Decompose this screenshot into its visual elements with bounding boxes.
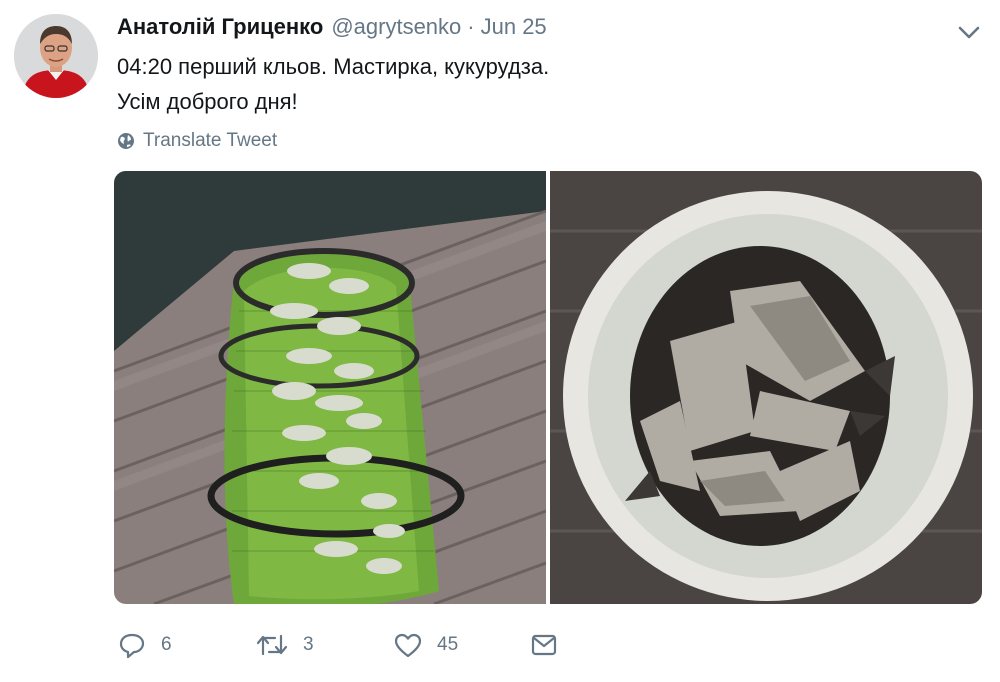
reply-icon [119,633,145,659]
retweet-icon [256,634,288,656]
reply-count: 6 [161,634,172,655]
tweet-photo-keepnet[interactable] [114,171,546,604]
direct-message-button[interactable] [529,627,573,663]
tweet-header: Анатолій Гриценко @agrytsenko · Jun 25 [117,14,547,46]
translate-label: Translate Tweet [143,130,278,151]
retweet-button[interactable]: 3 [255,627,314,663]
like-count: 45 [437,634,459,655]
separator-dot: · [467,14,475,39]
tweet: Анатолій Гриценко @agrytsenko · Jun 25 0… [0,0,1000,682]
tweet-photo-bucket[interactable] [550,171,982,604]
tweet-date[interactable]: Jun 25 [481,14,547,40]
photo-bucket-image [550,171,982,604]
heart-icon [394,633,422,658]
avatar-image [14,14,98,98]
chevron-down-icon [958,26,980,39]
tweet-text-line-2: Усім доброго дня! [117,89,298,114]
photo-keepnet-image [114,171,546,604]
reply-button[interactable]: 6 [117,627,172,663]
tweet-text-line-1: 04:20 перший кльов. Мастирка, кукурудза. [117,54,550,79]
retweet-count: 3 [303,634,314,655]
envelope-icon [531,634,557,656]
globe-icon [118,133,134,149]
author-name[interactable]: Анатолій Гриценко [117,14,323,40]
author-handle[interactable]: @agrytsenko [331,14,461,40]
tweet-menu-button[interactable] [954,18,984,46]
translate-tweet-link[interactable]: Translate Tweet [117,128,277,154]
avatar[interactable] [14,14,98,98]
like-button[interactable]: 45 [393,627,458,663]
